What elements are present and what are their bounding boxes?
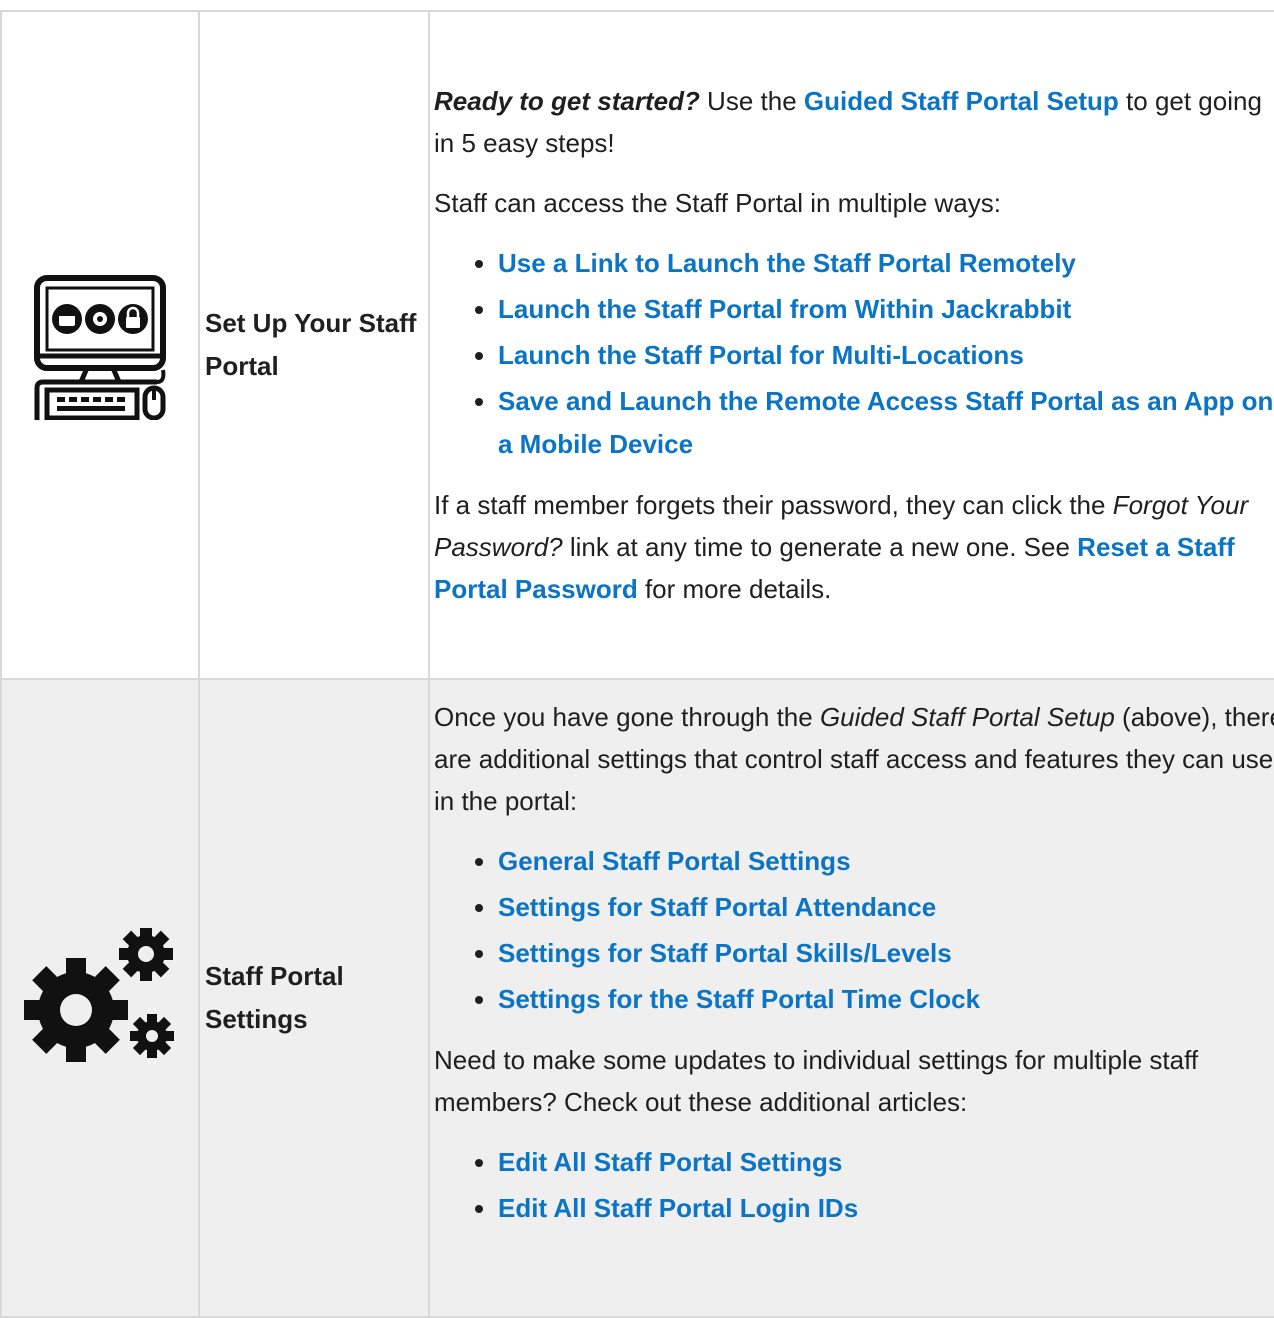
guided-setup-link[interactable]: Guided Staff Portal Setup <box>804 86 1119 116</box>
edit-all-settings-link[interactable]: Edit All Staff Portal Settings <box>498 1147 842 1177</box>
list-item: Settings for Staff Portal Skills/Levels <box>498 932 1274 975</box>
table-row: Staff Portal Settings Once you have gone… <box>0 678 1274 1318</box>
password-text: If a staff member forgets their password… <box>434 490 1113 520</box>
multi-staff-paragraph: Need to make some updates to individual … <box>434 1045 1199 1117</box>
settings-link-list: General Staff Portal Settings Settings f… <box>434 840 1274 1021</box>
password-paragraph: If a staff member forgets their password… <box>434 484 1274 610</box>
section-content: Ready to get started? Use the Guided Sta… <box>428 10 1274 680</box>
icon-cell <box>0 678 200 1318</box>
password-text-post: for more details. <box>637 574 832 604</box>
list-item: Save and Launch the Remote Access Staff … <box>498 380 1274 466</box>
list-item: General Staff Portal Settings <box>498 840 1274 883</box>
edit-all-login-ids-link[interactable]: Edit All Staff Portal Login IDs <box>498 1193 858 1223</box>
list-item: Settings for Staff Portal Attendance <box>498 886 1274 929</box>
gears-icon <box>2 928 198 1068</box>
guided-setup-term: Guided Staff Portal Setup <box>819 702 1115 732</box>
attendance-settings-link[interactable]: Settings for Staff Portal Attendance <box>498 892 936 922</box>
list-item: Launch the Staff Portal for Multi-Locati… <box>498 334 1274 377</box>
list-item: Settings for the Staff Portal Time Clock <box>498 978 1274 1021</box>
intro-emphasis: Ready to get started? <box>434 86 700 116</box>
intro-text: Use the <box>699 86 804 116</box>
computer-monitor-icon <box>2 270 198 420</box>
additional-articles-list: Edit All Staff Portal Settings Edit All … <box>434 1141 1274 1230</box>
intro-paragraph: Ready to get started? Use the Guided Sta… <box>434 80 1274 164</box>
launch-mobile-app-link[interactable]: Save and Launch the Remote Access Staff … <box>498 386 1273 459</box>
password-text-mid: link at any time to generate a new one. … <box>562 532 1078 562</box>
icon-cell <box>0 10 200 680</box>
settings-intro-text: Once you have gone through the <box>434 702 820 732</box>
list-item: Use a Link to Launch the Staff Portal Re… <box>498 242 1274 285</box>
launch-within-jackrabbit-link[interactable]: Launch the Staff Portal from Within Jack… <box>498 294 1071 324</box>
kb-table: Set Up Your Staff Portal Ready to get st… <box>0 10 1274 1318</box>
skills-levels-settings-link[interactable]: Settings for Staff Portal Skills/Levels <box>498 938 952 968</box>
launch-multi-locations-link[interactable]: Launch the Staff Portal for Multi-Locati… <box>498 340 1024 370</box>
access-paragraph: Staff can access the Staff Portal in mul… <box>434 188 1001 218</box>
time-clock-settings-link[interactable]: Settings for the Staff Portal Time Clock <box>498 984 980 1014</box>
settings-intro-paragraph: Once you have gone through the Guided St… <box>434 696 1274 822</box>
list-item: Launch the Staff Portal from Within Jack… <box>498 288 1274 331</box>
section-content: Once you have gone through the Guided St… <box>428 678 1274 1318</box>
access-link-list: Use a Link to Launch the Staff Portal Re… <box>434 242 1274 466</box>
table-row: Set Up Your Staff Portal Ready to get st… <box>0 10 1274 680</box>
section-title: Staff Portal Settings <box>198 678 430 1318</box>
launch-remotely-link[interactable]: Use a Link to Launch the Staff Portal Re… <box>498 248 1076 278</box>
list-item: Edit All Staff Portal Settings <box>498 1141 1274 1184</box>
general-settings-link[interactable]: General Staff Portal Settings <box>498 846 851 876</box>
list-item: Edit All Staff Portal Login IDs <box>498 1187 1274 1230</box>
section-title: Set Up Your Staff Portal <box>198 10 430 680</box>
